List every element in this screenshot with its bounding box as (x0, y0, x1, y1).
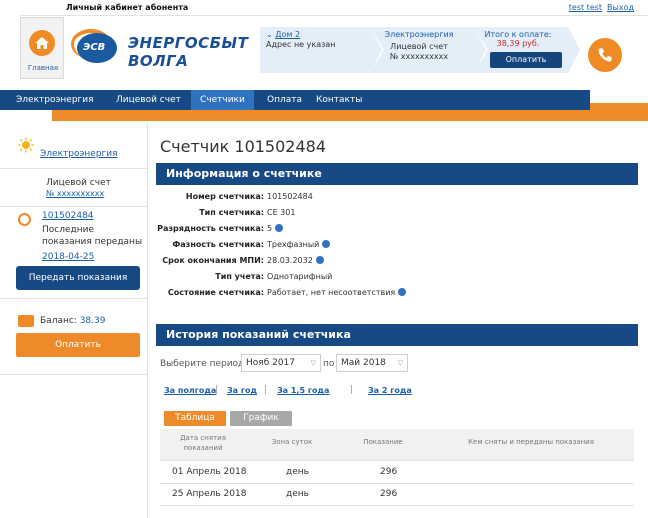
cell-value: 296 (380, 489, 398, 499)
sidebar: Электроэнергия Лицевой счет № xxxxxxxxxx… (0, 123, 148, 518)
column-header-value: Показание (338, 429, 428, 461)
cell-value: 296 (380, 467, 398, 477)
sidebar-electricity-link[interactable]: Электроэнергия (40, 149, 118, 159)
balance-value: 38.39 (79, 316, 106, 326)
range-2-years[interactable]: За 2 года (368, 386, 412, 395)
wallet-icon (18, 315, 34, 327)
nav-account[interactable]: Лицевой счет (116, 90, 181, 110)
cell-zone: день (286, 467, 309, 477)
top-bar: Личный кабинет абонента test test Выход (20, 0, 648, 16)
pay-button[interactable]: Оплатить (490, 52, 562, 68)
nav-meters[interactable]: Счетчики (191, 90, 254, 110)
gauge-icon (18, 213, 31, 226)
sidebar-pay-button[interactable]: Оплатить (16, 333, 140, 357)
cell-date: 01 Апрель 2018 (172, 467, 247, 477)
column-header-by: Кем сняты и переданы показания (428, 429, 634, 461)
info-row: Разрядность счетчика: 5 (156, 224, 636, 236)
company-logo: ЭСВ (77, 33, 117, 63)
sidebar-meter-link[interactable]: 101502484 (42, 211, 94, 221)
phone-icon[interactable] (588, 38, 622, 72)
period-to-select[interactable]: Май 2018 ▽ (336, 354, 408, 372)
column-header-date: Дата снятия показаний (160, 429, 246, 461)
period-label: Выберите период с (160, 359, 253, 369)
divider (160, 483, 634, 484)
home-button[interactable]: Главная (20, 17, 64, 79)
last-readings-date[interactable]: 2018-04-25 (42, 252, 94, 262)
logout-link[interactable]: Выход (607, 3, 634, 12)
tab-graph[interactable]: График (230, 411, 292, 426)
range-1-5-years[interactable]: За 1,5 года (277, 386, 329, 395)
logo-text-line2: ВОЛГА (128, 52, 189, 70)
tab-table[interactable]: Таблица (164, 411, 226, 426)
sidebar-service: Электроэнергия (0, 123, 148, 169)
main-nav: Электроэнергия Лицевой счет Счетчики Опл… (0, 90, 590, 110)
chevron-down-icon: ▽ (310, 359, 316, 367)
info-row: Срок окончания МПИ: 28.03.2032 (156, 256, 636, 268)
column-header-zone: Зона суток (246, 429, 338, 461)
help-icon[interactable] (275, 224, 284, 232)
chevron-down-icon: ⌄ (266, 30, 276, 39)
address-text: Адрес не указан (266, 40, 336, 49)
last-readings-text-2: показания переданы (42, 237, 143, 247)
history-section-header: История показаний счетчика (156, 324, 638, 346)
divider: | (215, 385, 219, 395)
help-icon[interactable] (315, 256, 324, 264)
user-link[interactable]: test test (569, 3, 602, 12)
sidebar-meter: 101502484 Последние показания переданы 2… (0, 207, 148, 299)
info-row: Номер счетчика: 101502484 (185, 192, 313, 201)
nav-payment[interactable]: Оплата (267, 90, 302, 110)
page-title: Счетчик 101502484 (160, 137, 327, 156)
sidebar-balance: Баланс: 38.39 Оплатить (0, 299, 148, 375)
address-panel: ⌄ Дом 2 Адрес не указан (260, 27, 382, 73)
info-row: Фазность счетчика: Трехфазный (156, 240, 636, 252)
last-readings-text-1: Последние (42, 225, 95, 235)
cell-date: 25 Апрель 2018 (172, 489, 247, 499)
sidebar-account: Лицевой счет № xxxxxxxxxx (0, 169, 148, 207)
sidebar-account-label: Лицевой счет (46, 178, 111, 188)
divider: | (264, 385, 268, 395)
house-link[interactable]: Дом 2 (275, 30, 300, 39)
nav-contacts[interactable]: Контакты (316, 90, 362, 110)
cabinet-title: Личный кабинет абонента (66, 3, 189, 12)
balance-label: Баланс: (40, 316, 77, 326)
balance: Баланс: 38.39 (40, 316, 105, 326)
home-icon (29, 30, 55, 56)
range-half-year[interactable]: За полгода (164, 386, 216, 395)
period-to-label: по (323, 359, 335, 369)
chevron-down-icon: ▽ (397, 359, 403, 367)
period-from-select[interactable]: Нояб 2017 ▽ (241, 354, 321, 372)
info-row: Состояние счетчика: Работает, нет несоотв… (156, 288, 636, 300)
home-label: Главная (27, 64, 59, 72)
sidebar-account-number[interactable]: № xxxxxxxxxx (46, 189, 104, 198)
logo-text-line1: ЭНЕРГОСБЫТ (128, 34, 249, 52)
help-icon[interactable] (398, 288, 407, 296)
send-readings-button[interactable]: Передать показания (16, 266, 140, 290)
info-section-header: Информация о счетчике (156, 163, 638, 185)
range-year[interactable]: За год (227, 386, 257, 395)
cell-zone: день (286, 489, 309, 499)
help-icon[interactable] (322, 240, 331, 248)
info-row: Тип счетчика: CE 301 (199, 208, 296, 217)
info-row: Тип учета: Однотарифный (215, 272, 333, 281)
divider (160, 505, 634, 506)
sun-icon (18, 137, 34, 153)
divider: | (350, 385, 354, 395)
header: Главная ЭСВ ЭНЕРГОСБЫТ ВОЛГА ⌄ Дом 2 Адр… (20, 17, 648, 87)
nav-electricity[interactable]: Электроэнергия (16, 90, 94, 110)
